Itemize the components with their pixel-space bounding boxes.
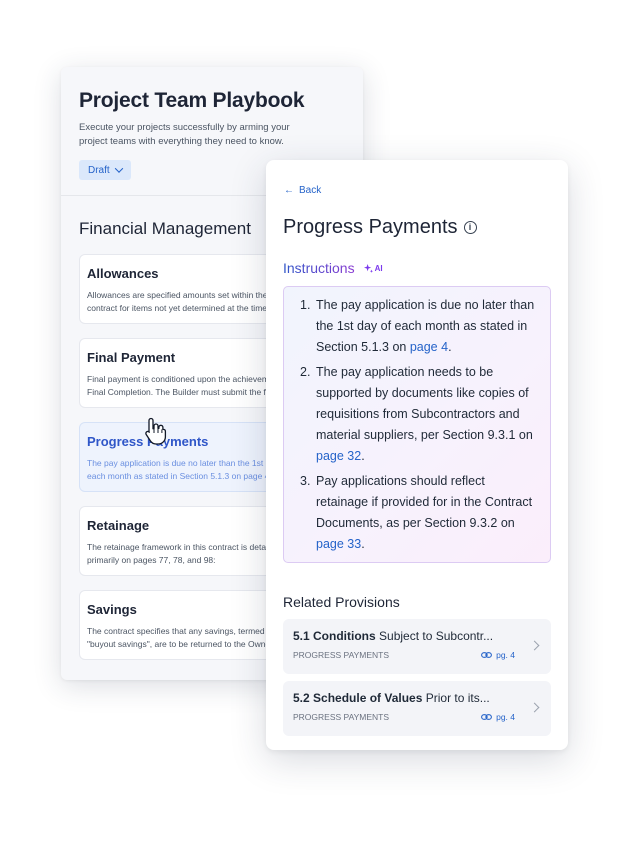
provision-card[interactable]: 5.2 Schedule of Values Prior to its... P…	[283, 681, 551, 736]
instruction-text: The pay application needs to be supporte…	[316, 365, 533, 442]
playbook-description-line: project teams with everything they need …	[79, 135, 284, 147]
instruction-end: .	[361, 449, 365, 463]
provision-heading: 5.2 Schedule of Values	[293, 691, 423, 705]
related-provisions-title: Related Provisions	[283, 594, 400, 610]
sparkle-icon	[363, 263, 373, 273]
instructions-label: Instructions	[283, 260, 355, 276]
provision-card[interactable]: 5.1 Conditions Subject to Subcontr... PR…	[283, 619, 551, 674]
provision-category: PROGRESS PAYMENTS	[293, 650, 390, 660]
status-label: Draft	[88, 164, 110, 176]
page-link[interactable]: page 32	[316, 449, 361, 463]
hand-pointer-icon	[145, 417, 167, 445]
instructions-header: Instructions AI	[283, 260, 383, 276]
chevron-down-icon	[114, 164, 123, 173]
instructions-box: 1. The pay application is due no later th…	[283, 286, 551, 563]
arrow-left-icon: ←	[284, 185, 294, 196]
instruction-number: 1.	[300, 298, 311, 312]
playbook-description: Execute your projects successfully by ar…	[79, 121, 329, 148]
provision-category: PROGRESS PAYMENTS	[293, 712, 390, 722]
page-link[interactable]: page 33	[316, 537, 361, 551]
provision-meta: PROGRESS PAYMENTS pg. 4	[293, 712, 515, 722]
provision-meta: PROGRESS PAYMENTS pg. 4	[293, 650, 515, 660]
link-icon	[481, 652, 493, 658]
provision-line: 5.2 Schedule of Values Prior to its...	[293, 691, 541, 705]
ai-label: AI	[374, 263, 383, 273]
ai-badge: AI	[363, 263, 383, 273]
info-icon[interactable]: i	[463, 221, 477, 234]
instruction-item: 1. The pay application is due no later th…	[295, 295, 540, 358]
provision-line: 5.1 Conditions Subject to Subcontr...	[293, 629, 541, 643]
section-title: Financial Management	[79, 219, 251, 238]
back-link[interactable]: ← Back	[284, 185, 321, 196]
instruction-number: 3.	[300, 474, 311, 488]
progress-payments-panel: ← Back Progress Payments i Instructions …	[266, 160, 568, 750]
playbook-description-line: Execute your projects successfully by ar…	[79, 122, 290, 133]
instruction-text: Pay applications should reflect retainag…	[316, 474, 533, 530]
page-link[interactable]: page 4	[410, 340, 448, 354]
provision-snippet: Prior to its...	[425, 691, 490, 705]
provision-page-link[interactable]: pg. 4	[481, 712, 515, 722]
instruction-number: 2.	[300, 365, 311, 379]
instructions-list: 1. The pay application is due no later th…	[295, 295, 540, 555]
instruction-item: 2. The pay application needs to be suppor…	[295, 362, 540, 467]
status-dropdown[interactable]: Draft	[79, 160, 131, 180]
provision-page: pg. 4	[496, 712, 515, 722]
page-title: Progress Payments i	[283, 216, 477, 239]
provision-snippet: Subject to Subcontr...	[379, 629, 494, 643]
link-icon	[481, 714, 493, 720]
instruction-item: 3. Pay applications should reflect retain…	[295, 471, 540, 555]
provision-page: pg. 4	[496, 650, 515, 660]
provision-heading: 5.1 Conditions	[293, 629, 376, 643]
playbook-title: Project Team Playbook	[79, 89, 305, 112]
instruction-end: .	[361, 537, 365, 551]
provision-page-link[interactable]: pg. 4	[481, 650, 515, 660]
back-label: Back	[299, 185, 322, 196]
page-title-text: Progress Payments	[283, 216, 458, 238]
instruction-end: .	[448, 340, 452, 354]
